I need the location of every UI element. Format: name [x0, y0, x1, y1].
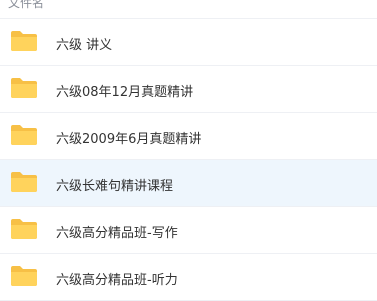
file-row-3[interactable]: 六级长难句精讲课程	[0, 160, 377, 207]
folder-icon	[11, 125, 37, 145]
file-name[interactable]: 六级2009年6月真题精讲	[56, 128, 201, 147]
column-header-name[interactable]: 文件名	[8, 0, 44, 11]
folder-icon	[11, 78, 37, 98]
file-row-4[interactable]: 六级高分精品班-写作	[0, 207, 377, 254]
folder-icon	[11, 219, 37, 239]
file-name[interactable]: 六级长难句精讲课程	[56, 175, 173, 194]
file-name[interactable]: 六级08年12月真题精讲	[56, 81, 193, 100]
folder-icon	[11, 31, 37, 51]
file-name[interactable]: 六级 讲义	[56, 34, 112, 53]
file-list-header: 文件名	[0, 0, 377, 19]
folder-icon	[11, 266, 37, 286]
file-row-0[interactable]: 六级 讲义	[0, 19, 377, 66]
file-row-1[interactable]: 六级08年12月真题精讲	[0, 66, 377, 113]
file-name[interactable]: 六级高分精品班-写作	[56, 222, 178, 241]
file-row-5[interactable]: 六级高分精品班-听力	[0, 254, 377, 301]
folder-icon	[11, 172, 37, 192]
file-list: 六级 讲义 六级08年12月真题精讲 六级2009年6月真题精讲 六级长难句精讲…	[0, 19, 377, 301]
file-row-2[interactable]: 六级2009年6月真题精讲	[0, 113, 377, 160]
file-name[interactable]: 六级高分精品班-听力	[56, 269, 178, 288]
